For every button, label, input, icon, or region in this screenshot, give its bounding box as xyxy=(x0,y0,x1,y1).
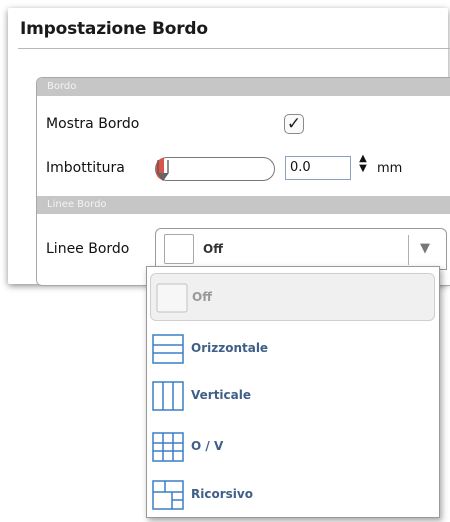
option-label: O / V xyxy=(191,439,224,453)
option-orizzontale[interactable]: Orizzontale xyxy=(147,325,439,373)
border-vertical-icon xyxy=(152,381,184,411)
panel-title: Impostazione Bordo xyxy=(20,19,208,39)
linee-bordo-select[interactable]: Off ▼ xyxy=(155,228,447,270)
unit-label: mm xyxy=(377,161,403,176)
mostra-bordo-label: Mostra Bordo xyxy=(46,116,140,132)
page: Impostazione Bordo Bordo Mostra Bordo ✓ … xyxy=(0,0,450,522)
section-header-bordo: Bordo xyxy=(37,78,450,96)
linee-bordo-dropdown-list: Off Orizzontale Verticale O / V Ricorsiv… xyxy=(146,266,440,518)
imbottitura-slider[interactable] xyxy=(155,157,275,181)
imbottitura-input[interactable]: 0.0 xyxy=(285,156,351,180)
border-horizontal-icon xyxy=(152,334,184,364)
option-o-v[interactable]: O / V xyxy=(147,423,439,471)
section-header-linee-bordo: Linee Bordo xyxy=(37,196,450,214)
select-value: Off xyxy=(203,242,223,256)
select-divider xyxy=(408,235,409,265)
option-ricorsivo[interactable]: Ricorsivo xyxy=(147,471,439,519)
border-none-icon xyxy=(156,283,188,313)
title-divider xyxy=(18,48,450,49)
slider-thumb-icon[interactable] xyxy=(156,159,170,181)
imbottitura-spinner[interactable]: ▲ ▼ xyxy=(358,154,368,180)
border-none-icon xyxy=(164,234,194,264)
border-grid-icon xyxy=(152,432,184,462)
option-label: Verticale xyxy=(191,388,251,402)
border-recursive-icon xyxy=(152,480,184,510)
chevron-down-icon[interactable]: ▼ xyxy=(420,241,430,256)
option-label: Off xyxy=(192,290,212,304)
option-verticale[interactable]: Verticale xyxy=(147,372,439,420)
linee-bordo-label: Linee Bordo xyxy=(46,241,130,257)
option-label: Orizzontale xyxy=(191,341,269,355)
spinner-down-icon[interactable]: ▼ xyxy=(358,164,368,174)
settings-group: Bordo Mostra Bordo ✓ Imbottitura 0.0 ▲ ▼… xyxy=(36,77,450,286)
imbottitura-label: Imbottitura xyxy=(46,160,125,176)
option-off[interactable]: Off xyxy=(150,273,435,321)
mostra-bordo-checkbox[interactable]: ✓ xyxy=(284,114,304,134)
option-label: Ricorsivo xyxy=(191,487,253,501)
border-settings-panel: Impostazione Bordo Bordo Mostra Bordo ✓ … xyxy=(8,8,450,286)
